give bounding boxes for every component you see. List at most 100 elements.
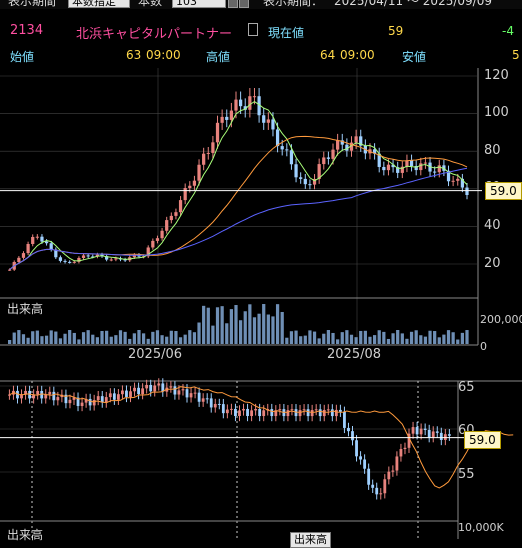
candle-body — [386, 164, 391, 171]
volume-bar — [396, 330, 400, 344]
intraday-candle-body — [36, 390, 40, 395]
intraday-candle-body — [270, 409, 274, 417]
intraday-candle-body — [116, 394, 120, 400]
intraday-candle-body — [80, 402, 84, 407]
intraday-candle-body — [197, 392, 201, 402]
volume-bar — [160, 335, 164, 344]
intraday-volume-tick: 10,000K — [458, 521, 504, 534]
candle-body — [63, 260, 67, 262]
candle-body — [160, 230, 164, 239]
intraday-candle-body — [431, 431, 435, 438]
intraday-candle-body — [415, 427, 419, 435]
candle-body — [354, 136, 358, 143]
intraday-candle-body — [351, 431, 354, 441]
candle-body — [280, 146, 284, 150]
intraday-candle-body — [153, 385, 157, 392]
candle-body — [26, 243, 30, 254]
intraday-candle-body — [48, 391, 52, 395]
volume-bar — [49, 330, 53, 344]
candle-body — [465, 187, 469, 196]
volume-bar — [377, 330, 381, 344]
intraday-candle-body — [133, 387, 136, 392]
chart-canvas[interactable] — [0, 0, 522, 539]
candle-body — [31, 236, 35, 244]
volume-bar — [359, 330, 363, 344]
candle-body — [266, 119, 270, 123]
volume-toggle-button[interactable]: 出来高 — [290, 532, 331, 548]
intraday-candle-body — [169, 386, 173, 388]
candle-body — [322, 157, 326, 165]
intraday-candle-body — [129, 391, 132, 397]
volume-bar — [54, 331, 58, 344]
intraday-candle-body — [334, 409, 338, 417]
intraday-candle-body — [290, 409, 294, 411]
volume-bar — [285, 337, 289, 344]
intraday-candle-body — [238, 410, 241, 417]
intraday-candle-body — [298, 410, 302, 417]
volume-bar — [35, 330, 39, 344]
intraday-candle-body — [395, 456, 399, 471]
volume-bar — [197, 322, 201, 344]
intraday-candle-body — [427, 429, 431, 438]
intraday-y-tick-65: 65 — [458, 380, 475, 395]
intraday-y-tick-55: 55 — [458, 467, 475, 482]
daily-volume-tick: 200,000 — [480, 313, 522, 326]
intraday-candle-body — [318, 409, 322, 417]
candle-body — [40, 236, 44, 242]
intraday-volume-label: 出来高 — [7, 528, 44, 542]
volume-bar — [63, 333, 67, 344]
intraday-candle-body — [242, 408, 245, 411]
intraday-candle-body — [387, 471, 391, 480]
volume-bar — [229, 309, 233, 344]
intraday-candle-body — [145, 384, 149, 389]
candle-body — [437, 165, 441, 173]
candle-body — [86, 255, 90, 257]
volume-bar — [368, 336, 372, 344]
intraday-candle-body — [363, 459, 367, 469]
volume-bar — [257, 313, 261, 344]
candle-body — [8, 269, 12, 271]
candle-body — [17, 257, 21, 262]
intraday-candle-body — [246, 408, 249, 417]
candle-body — [35, 236, 39, 238]
intraday-candle-body — [68, 399, 72, 404]
volume-bar — [215, 307, 220, 344]
intraday-candle-body — [173, 386, 177, 395]
intraday-candle-body — [185, 389, 189, 398]
volume-bar — [363, 330, 367, 344]
intraday-candle-body — [447, 434, 451, 436]
intraday-candle-body — [137, 387, 140, 395]
intraday-candle-body — [234, 408, 237, 417]
volume-bar — [437, 337, 441, 344]
volume-bar — [95, 337, 100, 344]
candle-body — [271, 119, 275, 130]
candle-body — [211, 142, 215, 153]
volume-bar — [58, 338, 63, 344]
volume-bar — [155, 330, 160, 344]
intraday-candle-body — [149, 384, 153, 392]
volume-bar — [405, 338, 409, 344]
intraday-candle-body — [104, 397, 108, 403]
candle-body — [326, 157, 331, 159]
intraday-candle-body — [52, 391, 56, 401]
intraday-candle-body — [306, 409, 310, 417]
volume-bar — [252, 317, 257, 344]
y-tick-80: 80 — [484, 143, 501, 158]
volume-bar — [271, 316, 275, 344]
volume-bar — [349, 334, 354, 344]
intraday-candle-body — [371, 484, 375, 488]
volume-bar — [100, 330, 104, 344]
intraday-candle-body — [355, 440, 358, 457]
candle-body — [423, 162, 428, 164]
candle-body — [114, 258, 118, 260]
intraday-candle-body — [56, 397, 60, 401]
volume-bar — [275, 304, 280, 344]
volume-bar — [372, 335, 377, 344]
volume-bar — [336, 339, 340, 344]
candle-body — [197, 164, 201, 181]
intraday-candle-body — [225, 409, 229, 414]
candle-body — [58, 257, 63, 261]
intraday-candle-body — [230, 408, 233, 410]
volume-bar — [331, 332, 335, 344]
intraday-candle-body — [112, 393, 116, 400]
